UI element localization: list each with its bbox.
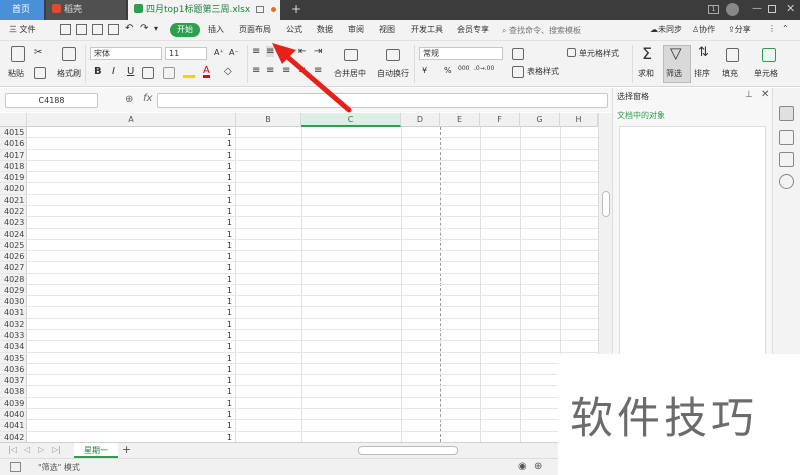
annotation-arrow-icon	[272, 43, 352, 113]
